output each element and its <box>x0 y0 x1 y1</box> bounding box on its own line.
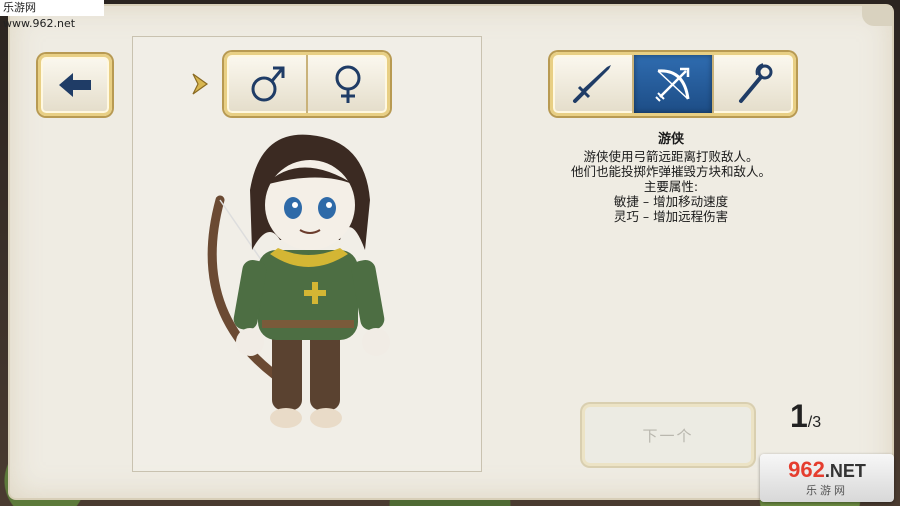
watermark-logo: 962.NET 乐游网 <box>760 454 894 502</box>
watermark-number-dark: .NET <box>824 460 866 481</box>
description-line: 游侠使用弓箭远距离打败敌人。 <box>583 149 759 164</box>
watermark-subtitle: 乐游网 <box>806 483 848 497</box>
back-button[interactable] <box>38 54 112 116</box>
attributes-header: 主要属性: <box>643 179 699 194</box>
attribute-line: 敏捷 – 增加移动速度 <box>613 194 729 209</box>
selection-arrow-icon <box>192 73 209 95</box>
class-warrior-button[interactable] <box>553 55 632 113</box>
female-symbol-icon <box>335 65 360 103</box>
arrow-left-icon <box>59 73 91 97</box>
class-mage-button[interactable] <box>712 55 793 113</box>
staff-icon <box>738 63 773 103</box>
character-model <box>207 134 390 428</box>
gender-female-button[interactable] <box>306 55 387 113</box>
panel-corner <box>862 6 892 26</box>
sword-icon <box>573 65 612 103</box>
page-counter: 1/3 <box>790 398 821 435</box>
next-button[interactable]: 下一个 <box>582 404 754 466</box>
class-description: 游侠 游侠使用弓箭远距离打败敌人。 他们也能投掷炸弹摧毁方块和敌人。 主要属性:… <box>540 132 802 224</box>
watermark-number: 962.NET <box>788 456 866 482</box>
description-line: 他们也能投掷炸弹摧毁方块和敌人。 <box>570 164 771 179</box>
page-current: 1 <box>790 398 808 434</box>
male-symbol-icon <box>251 66 284 102</box>
gender-selector <box>224 52 390 116</box>
watermark-number-red: 962 <box>788 456 825 482</box>
gender-male-button[interactable] <box>227 55 306 113</box>
attribute-line: 灵巧 – 增加远程伤害 <box>613 209 729 224</box>
page-total: /3 <box>807 414 822 431</box>
bow-icon <box>655 67 690 102</box>
watermark-top: 乐游网 www.962.net <box>0 0 104 30</box>
class-ranger-button[interactable] <box>631 55 713 113</box>
class-selector <box>550 52 796 116</box>
class-title: 游侠 <box>657 132 684 147</box>
